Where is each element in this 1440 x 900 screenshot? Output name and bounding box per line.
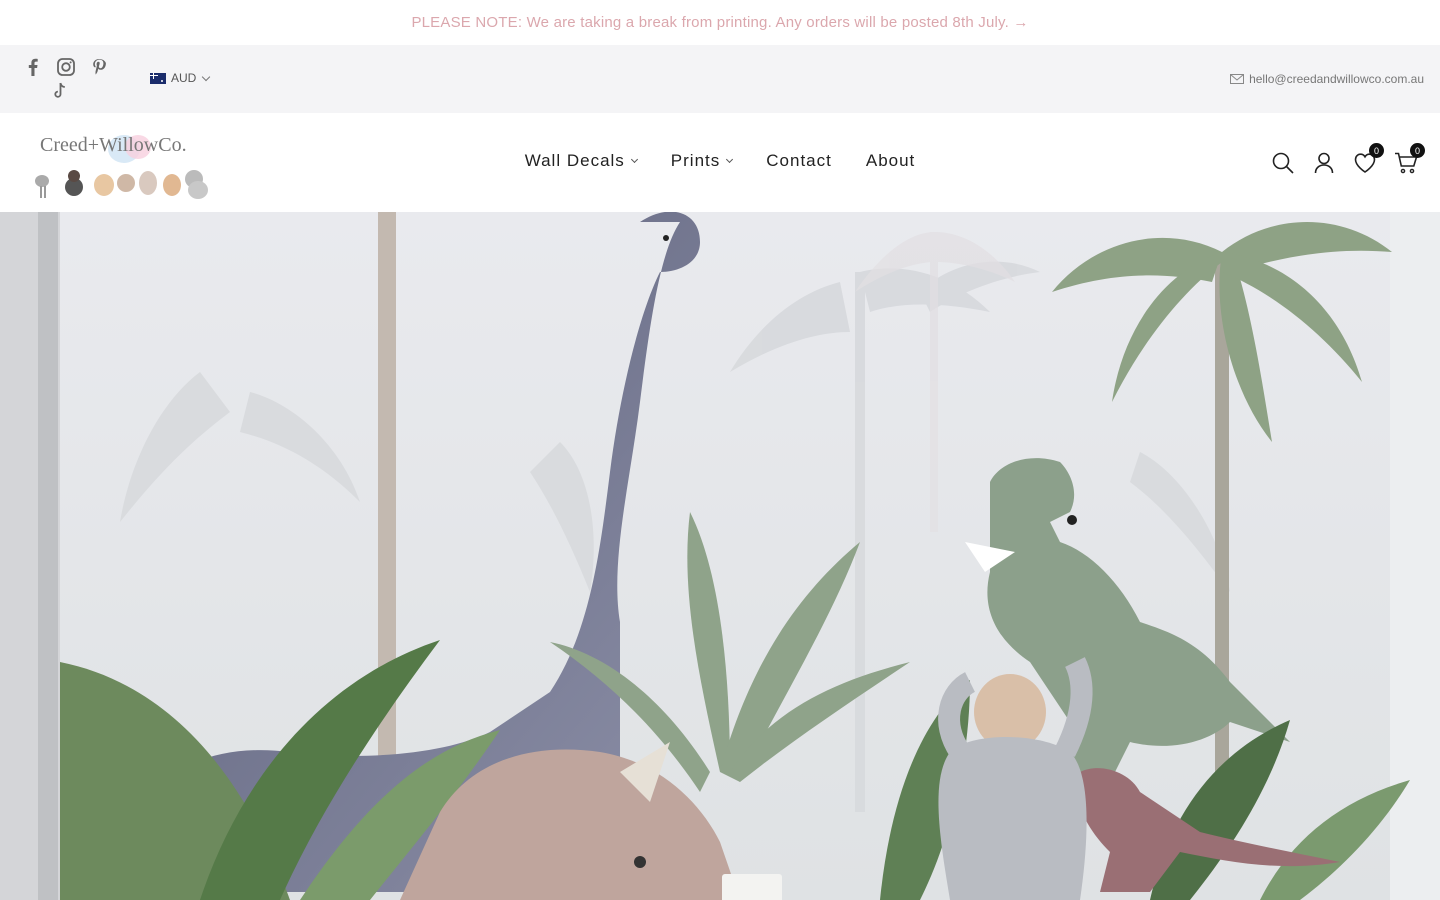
currency-label: AUD (171, 71, 197, 85)
nav-label: Wall Decals (524, 151, 625, 170)
mail-icon (1230, 74, 1245, 84)
currency-selector[interactable]: AUD (150, 71, 211, 85)
wishlist-icon[interactable]: 0 (1353, 143, 1384, 176)
site-header: Creed+WillowCo. Wall Decals Prints Conta… (0, 113, 1440, 212)
search-icon[interactable] (1271, 150, 1295, 176)
account-icon[interactable] (1312, 150, 1336, 176)
hero-banner-image[interactable] (0, 212, 1440, 900)
hero-illustration (0, 212, 1440, 900)
chevron-down-icon (630, 155, 638, 164)
nav-about[interactable]: About (866, 151, 915, 171)
nav-label: Contact (766, 151, 832, 170)
tiktok-icon[interactable] (43, 79, 76, 103)
announcement-text[interactable]: PLEASE NOTE: We are taking a break from … (411, 14, 1028, 31)
australia-flag-icon (150, 72, 166, 84)
chevron-down-icon (202, 72, 211, 81)
facebook-icon[interactable] (16, 55, 49, 79)
nav-label: Prints (670, 151, 721, 170)
instagram-icon[interactable] (49, 55, 82, 79)
pinterest-icon[interactable] (82, 55, 115, 79)
header-actions: 0 0 (1271, 143, 1425, 176)
email-link[interactable]: hello@creedandwillowco.com.au (1230, 72, 1424, 86)
cart-icon[interactable]: 0 (1394, 143, 1425, 176)
announcement-bar[interactable]: PLEASE NOTE: We are taking a break from … (0, 0, 1440, 45)
nav-contact[interactable]: Contact (766, 151, 832, 171)
nav-label: About (865, 151, 916, 170)
wishlist-count-badge: 0 (1369, 143, 1384, 158)
top-bar: AUD hello@creedandwillowco.com.au (0, 45, 1440, 113)
email-text: hello@creedandwillowco.com.au (1249, 72, 1424, 86)
nav-wall-decals[interactable]: Wall Decals (524, 151, 638, 171)
main-nav: Wall Decals Prints Contact About (0, 151, 1440, 171)
chevron-down-icon (726, 155, 734, 164)
cart-count-badge: 0 (1410, 143, 1425, 158)
social-links (16, 55, 116, 103)
nav-prints[interactable]: Prints (670, 151, 734, 171)
